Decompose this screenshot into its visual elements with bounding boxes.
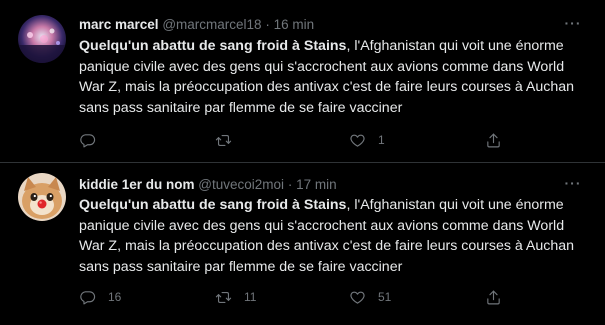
tweet[interactable]: marc marcel @marcmarcel18 · 16 min ··· Q… [0, 0, 605, 162]
user-handle[interactable]: @marcmarcel18 [162, 17, 261, 32]
heart-icon [350, 134, 365, 147]
avatar[interactable] [18, 15, 66, 63]
share-button[interactable] [485, 287, 502, 307]
tweet-text-bold: Quelqu'un abattu de sang froid à Stains [79, 38, 347, 54]
retweet-button[interactable]: 11 [215, 287, 256, 307]
display-name[interactable]: marc marcel [79, 17, 159, 32]
like-button[interactable]: 1 [349, 130, 385, 150]
retweet-icon [215, 291, 232, 303]
tweet-actions: 16 11 51 [79, 287, 519, 307]
retweet-button[interactable] [215, 130, 244, 150]
retweet-icon [215, 134, 232, 146]
like-count: 51 [378, 290, 392, 304]
reply-button[interactable] [79, 130, 108, 150]
user-handle[interactable]: @tuvecoi2moi [198, 177, 284, 192]
reply-icon [80, 133, 96, 147]
like-count: 1 [378, 133, 385, 147]
more-icon[interactable]: ··· [563, 15, 583, 31]
share-icon [487, 290, 500, 304]
display-name[interactable]: kiddie 1er du nom [79, 177, 195, 192]
tweet-text-bold: Quelqu'un abattu de sang froid à Stains [79, 197, 347, 213]
timestamp[interactable]: 16 min [274, 17, 315, 32]
avatar[interactable] [18, 173, 66, 221]
reply-icon [80, 290, 96, 304]
heart-icon [350, 291, 365, 304]
reply-button[interactable]: 16 [79, 287, 121, 307]
separator: · [265, 17, 270, 32]
tweet-text: Quelqu'un abattu de sang froid à Stains,… [79, 195, 579, 277]
tweet[interactable]: kiddie 1er du nom @tuvecoi2moi · 17 min … [0, 163, 605, 325]
tweet-header: kiddie 1er du nom @tuvecoi2moi · 17 min [79, 177, 337, 192]
tweet-text: Quelqu'un abattu de sang froid à Stains,… [79, 36, 579, 118]
share-icon [487, 133, 500, 147]
reply-count: 16 [108, 290, 122, 304]
tweet-header: marc marcel @marcmarcel18 · 16 min [79, 17, 314, 32]
tweet-actions: 1 [79, 130, 519, 150]
retweet-count: 11 [244, 290, 257, 304]
share-button[interactable] [485, 130, 502, 150]
timestamp[interactable]: 17 min [296, 177, 337, 192]
separator: · [287, 177, 293, 192]
like-button[interactable]: 51 [349, 287, 391, 307]
more-icon[interactable]: ··· [563, 175, 583, 191]
